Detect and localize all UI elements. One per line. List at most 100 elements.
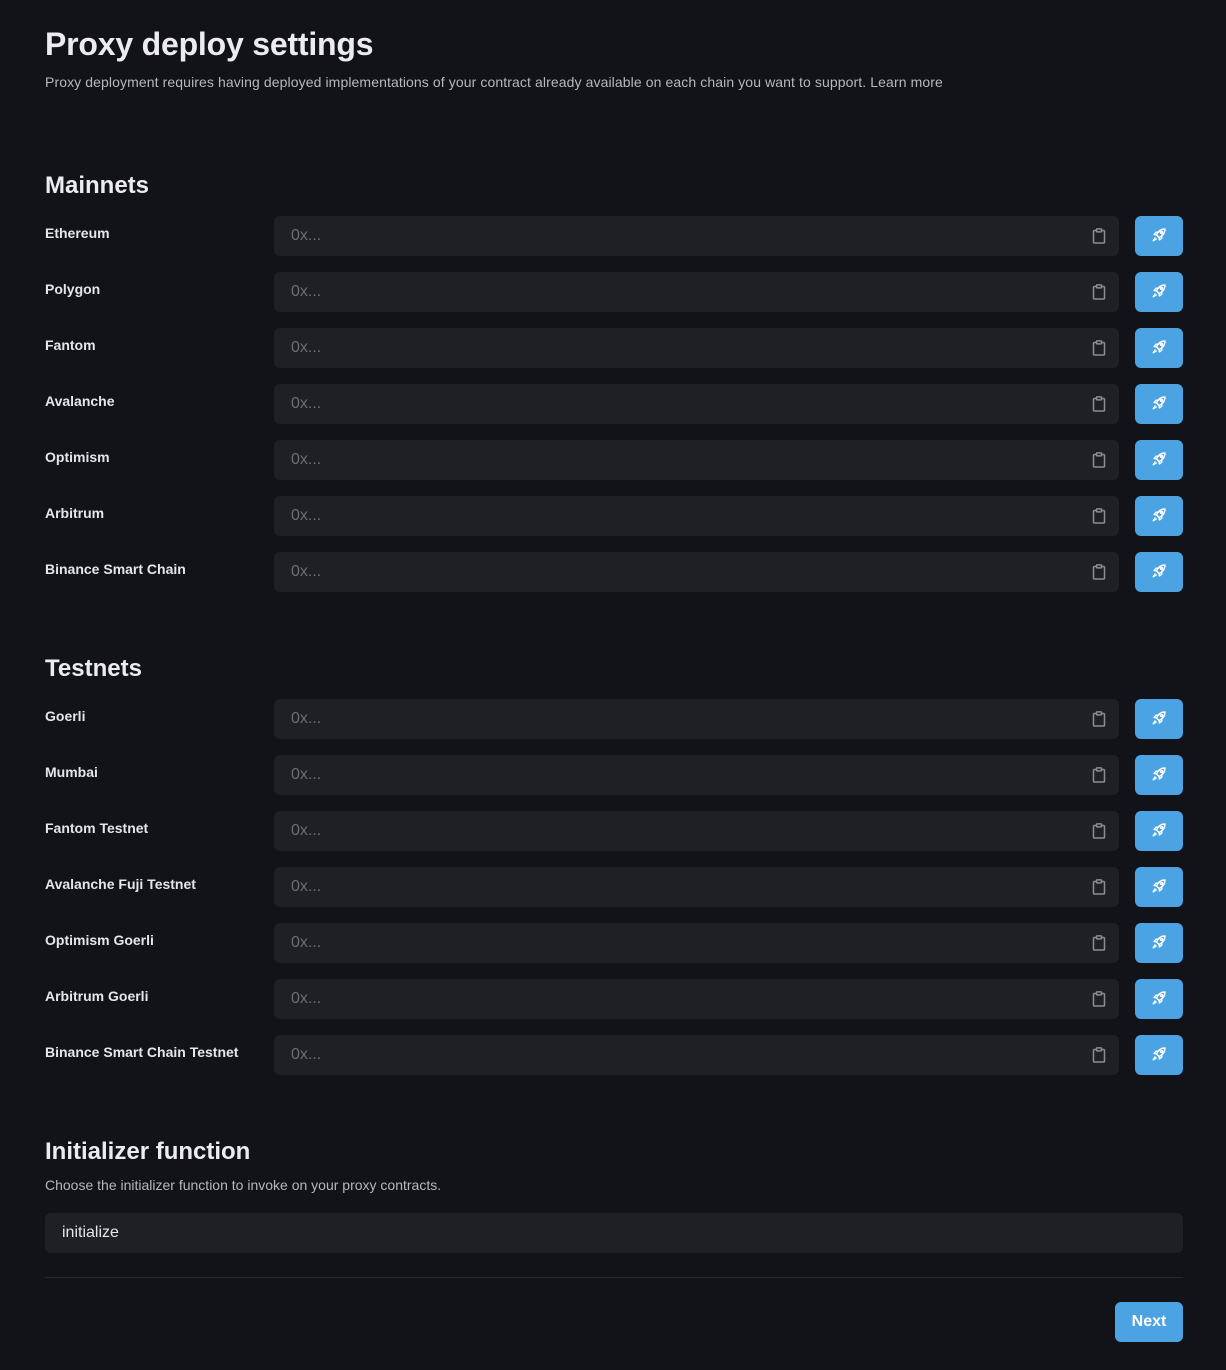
address-input-optimism[interactable] bbox=[274, 440, 1119, 480]
clipboard-icon[interactable] bbox=[1092, 767, 1106, 783]
address-input-mumbai[interactable] bbox=[274, 755, 1119, 795]
address-input-arbitrum[interactable] bbox=[274, 496, 1119, 536]
clipboard-icon[interactable] bbox=[1092, 564, 1106, 580]
address-field bbox=[274, 755, 1119, 795]
deploy-button-optimism[interactable] bbox=[1135, 440, 1183, 480]
clipboard-icon[interactable] bbox=[1092, 228, 1106, 244]
chain-label: Optimism bbox=[45, 449, 110, 465]
clipboard-icon[interactable] bbox=[1092, 879, 1106, 895]
rocket-icon bbox=[1151, 451, 1167, 470]
address-input-binance-smart-chain[interactable] bbox=[274, 552, 1119, 592]
rocket-icon bbox=[1151, 878, 1167, 897]
rocket-icon bbox=[1151, 766, 1167, 785]
address-field bbox=[274, 272, 1119, 312]
address-input-fantom-testnet[interactable] bbox=[274, 811, 1119, 851]
rocket-icon bbox=[1151, 1046, 1167, 1065]
rocket-icon bbox=[1151, 990, 1167, 1009]
chain-row-mumbai: Mumbai bbox=[45, 755, 1183, 795]
address-field bbox=[274, 328, 1119, 368]
next-button[interactable]: Next bbox=[1115, 1302, 1183, 1342]
address-input-polygon[interactable] bbox=[274, 272, 1119, 312]
address-input-optimism-goerli[interactable] bbox=[274, 923, 1119, 963]
mainnets-heading: Mainnets bbox=[45, 172, 150, 199]
address-field bbox=[274, 496, 1119, 536]
chain-label: Fantom bbox=[45, 337, 96, 353]
deploy-button-avalanche-fuji-testnet[interactable] bbox=[1135, 867, 1183, 907]
clipboard-icon[interactable] bbox=[1092, 1047, 1106, 1063]
chain-label: Arbitrum bbox=[45, 505, 105, 521]
chain-row-avalanche-fuji-testnet: Avalanche Fuji Testnet bbox=[45, 867, 1183, 907]
chain-row-optimism: Optimism bbox=[45, 440, 1183, 480]
chain-label: Ethereum bbox=[45, 225, 110, 241]
rocket-icon bbox=[1151, 283, 1167, 302]
address-input-avalanche-fuji-testnet[interactable] bbox=[274, 867, 1119, 907]
clipboard-icon[interactable] bbox=[1092, 284, 1106, 300]
rocket-icon bbox=[1151, 507, 1167, 526]
initializer-field bbox=[45, 1213, 1183, 1253]
deploy-button-avalanche[interactable] bbox=[1135, 384, 1183, 424]
address-input-avalanche[interactable] bbox=[274, 384, 1119, 424]
rocket-icon bbox=[1151, 822, 1167, 841]
chain-label: Arbitrum Goerli bbox=[45, 988, 149, 1004]
rocket-icon bbox=[1151, 934, 1167, 953]
chain-label: Polygon bbox=[45, 281, 101, 297]
clipboard-icon[interactable] bbox=[1092, 823, 1106, 839]
address-field bbox=[274, 1035, 1119, 1075]
clipboard-icon[interactable] bbox=[1092, 508, 1106, 524]
address-field bbox=[274, 552, 1119, 592]
address-input-goerli[interactable] bbox=[274, 699, 1119, 739]
address-input-ethereum[interactable] bbox=[274, 216, 1119, 256]
deploy-button-arbitrum[interactable] bbox=[1135, 496, 1183, 536]
address-input-arbitrum-goerli[interactable] bbox=[274, 979, 1119, 1019]
testnets-heading: Testnets bbox=[45, 655, 142, 682]
deploy-button-fantom[interactable] bbox=[1135, 328, 1183, 368]
chain-row-arbitrum: Arbitrum bbox=[45, 496, 1183, 536]
address-field bbox=[274, 440, 1119, 480]
address-field bbox=[274, 867, 1119, 907]
chain-label: Binance Smart Chain bbox=[45, 561, 186, 577]
address-input-fantom[interactable] bbox=[274, 328, 1119, 368]
deploy-button-goerli[interactable] bbox=[1135, 699, 1183, 739]
chain-label: Fantom Testnet bbox=[45, 820, 149, 836]
chain-label: Goerli bbox=[45, 708, 86, 724]
chain-label: Mumbai bbox=[45, 764, 98, 780]
clipboard-icon[interactable] bbox=[1092, 935, 1106, 951]
chain-label: Binance Smart Chain Testnet bbox=[45, 1044, 239, 1060]
address-field bbox=[274, 979, 1119, 1019]
address-field bbox=[274, 923, 1119, 963]
address-input-binance-smart-chain-testnet[interactable] bbox=[274, 1035, 1119, 1075]
chain-label: Optimism Goerli bbox=[45, 932, 154, 948]
chain-row-fantom: Fantom bbox=[45, 328, 1183, 368]
chain-row-fantom-testnet: Fantom Testnet bbox=[45, 811, 1183, 851]
footer-divider bbox=[45, 1277, 1183, 1278]
deploy-button-fantom-testnet[interactable] bbox=[1135, 811, 1183, 851]
chain-label: Avalanche bbox=[45, 393, 115, 409]
deploy-button-binance-smart-chain-testnet[interactable] bbox=[1135, 1035, 1183, 1075]
deploy-button-arbitrum-goerli[interactable] bbox=[1135, 979, 1183, 1019]
deploy-button-mumbai[interactable] bbox=[1135, 755, 1183, 795]
clipboard-icon[interactable] bbox=[1092, 340, 1106, 356]
deploy-button-ethereum[interactable] bbox=[1135, 216, 1183, 256]
rocket-icon bbox=[1151, 395, 1167, 414]
page-description: Proxy deployment requires having deploye… bbox=[45, 74, 943, 90]
address-field bbox=[274, 699, 1119, 739]
address-field bbox=[274, 384, 1119, 424]
address-field bbox=[274, 216, 1119, 256]
page-title: Proxy deploy settings bbox=[45, 26, 374, 62]
page-description-text: Proxy deployment requires having deploye… bbox=[45, 74, 867, 90]
clipboard-icon[interactable] bbox=[1092, 711, 1106, 727]
rocket-icon bbox=[1151, 227, 1167, 246]
deploy-button-binance-smart-chain[interactable] bbox=[1135, 552, 1183, 592]
initializer-input[interactable] bbox=[45, 1213, 1183, 1253]
chain-row-arbitrum-goerli: Arbitrum Goerli bbox=[45, 979, 1183, 1019]
chain-label: Avalanche Fuji Testnet bbox=[45, 876, 196, 892]
clipboard-icon[interactable] bbox=[1092, 396, 1106, 412]
learn-more-link[interactable]: Learn more bbox=[870, 74, 943, 90]
address-field bbox=[274, 811, 1119, 851]
deploy-button-polygon[interactable] bbox=[1135, 272, 1183, 312]
deploy-button-optimism-goerli[interactable] bbox=[1135, 923, 1183, 963]
initializer-description: Choose the initializer function to invok… bbox=[45, 1177, 442, 1193]
clipboard-icon[interactable] bbox=[1092, 452, 1106, 468]
chain-row-binance-smart-chain-testnet: Binance Smart Chain Testnet bbox=[45, 1035, 1183, 1075]
clipboard-icon[interactable] bbox=[1092, 991, 1106, 1007]
